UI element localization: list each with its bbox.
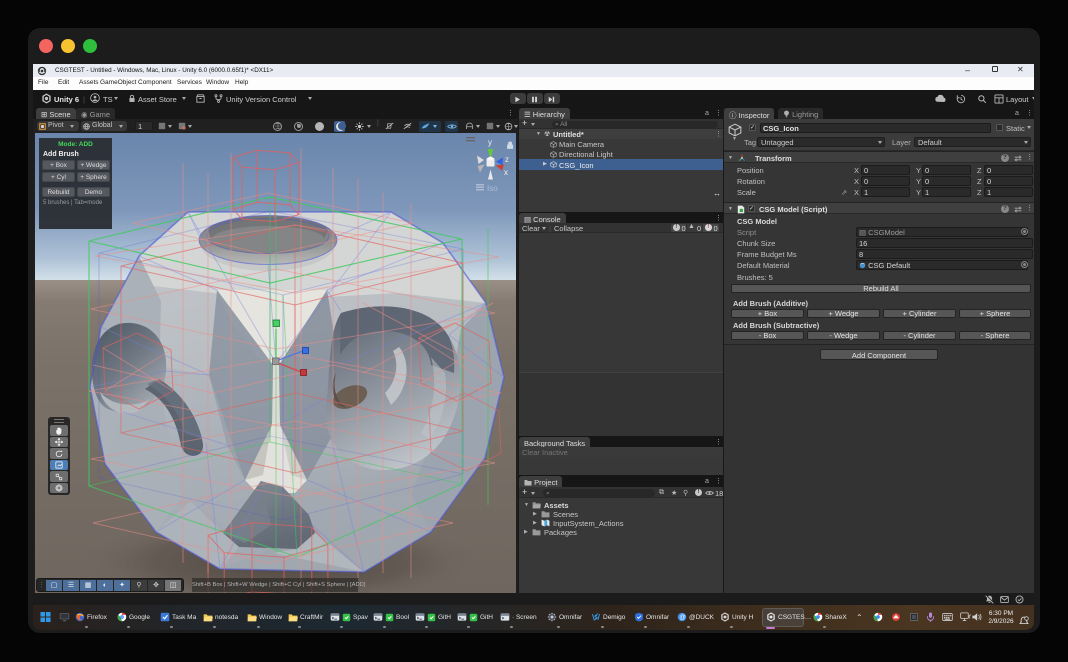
svg-text:x: x [504,168,508,177]
svg-text:Iso: Iso [487,184,498,193]
svg-text:z: z [505,155,509,164]
svg-text:@: @ [679,614,686,621]
svg-text:y: y [488,138,492,147]
